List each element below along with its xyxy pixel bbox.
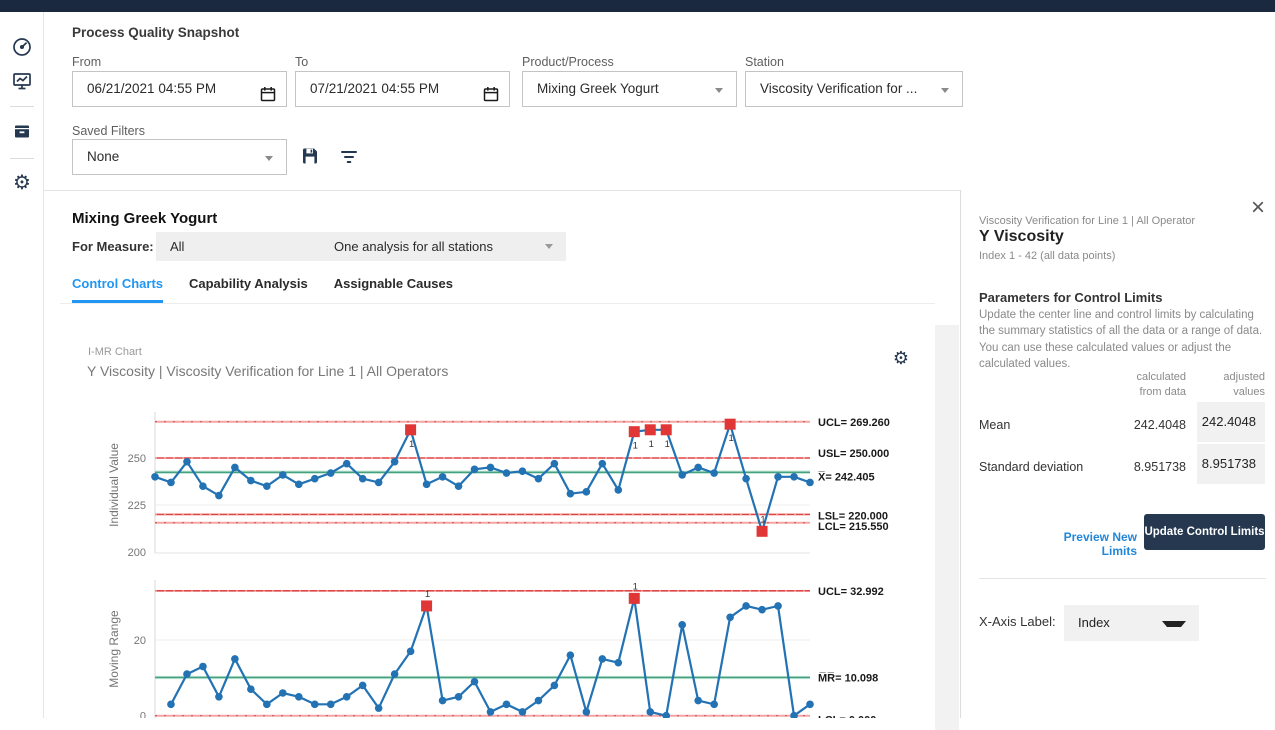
svg-text:1: 1	[728, 433, 733, 444]
update-control-limits-button[interactable]: Update Control Limits	[1144, 514, 1265, 550]
mean-adjusted-value: 242.4048	[1197, 402, 1265, 442]
station-value: Viscosity Verification for ...	[760, 81, 917, 96]
stddev-row-label: Standard deviation	[979, 460, 1083, 474]
chart-subtitle: Y Viscosity | Viscosity Verification for…	[87, 363, 448, 379]
svg-text:1: 1	[633, 581, 638, 592]
parameters-description: Update the center line and control limit…	[979, 307, 1266, 372]
from-date-input[interactable]: 06/21/2021 04:55 PM	[72, 71, 287, 107]
analysis-scope-value: One analysis for all stations	[334, 239, 493, 254]
station-label: Station	[745, 55, 784, 69]
tab-bar: Control Charts Capability Analysis Assig…	[72, 276, 453, 303]
svg-text:1: 1	[425, 589, 430, 600]
imr-control-chart: UCL= 269.260USL= 250.000X̅= 242.405LSL= …	[88, 400, 948, 718]
panel-divider	[979, 578, 1266, 579]
svg-text:1: 1	[649, 439, 654, 450]
panel-title: Y Viscosity	[979, 228, 1064, 246]
stddev-adjusted-input[interactable]: 8.951738	[1197, 444, 1265, 484]
chevron-down-icon	[715, 88, 723, 93]
svg-text:225: 225	[128, 500, 146, 512]
dashboard-gauge-icon[interactable]	[11, 36, 33, 58]
preview-new-limits-link[interactable]: Preview New Limits	[1025, 530, 1137, 558]
chevron-down-icon	[941, 88, 949, 93]
svg-text:Moving Range: Moving Range	[107, 610, 121, 688]
tab-control-charts[interactable]: Control Charts	[72, 276, 163, 303]
filter-icon[interactable]	[339, 148, 359, 166]
main-content: Process Quality Snapshot From 06/21/2021…	[44, 12, 1275, 718]
station-select[interactable]: Viscosity Verification for ...	[745, 71, 963, 107]
svg-text:1: 1	[665, 439, 670, 450]
to-date-value: 07/21/2021 04:55 PM	[310, 81, 439, 96]
svg-text:LCL= 215.550: LCL= 215.550	[818, 521, 889, 533]
saved-filters-value: None	[87, 149, 119, 164]
calendar-icon[interactable]	[483, 81, 499, 97]
chevron-down-icon	[1162, 621, 1186, 627]
index-range-text: Index 1 - 42 (all data points)	[979, 250, 1115, 262]
x-axis-label: X-Axis Label:	[979, 614, 1056, 629]
svg-text:1: 1	[633, 441, 638, 452]
sidebar-divider	[10, 106, 34, 107]
svg-text:UCL= 32.992: UCL= 32.992	[818, 586, 884, 598]
stddev-calculated-value: 8.951738	[1086, 460, 1186, 474]
svg-text:UCL= 269.260: UCL= 269.260	[818, 417, 890, 429]
mean-adjusted-input[interactable]: 242.4048	[1197, 402, 1265, 442]
svg-text:1: 1	[409, 439, 414, 450]
analysis-scope-select[interactable]: One analysis for all stations	[320, 232, 566, 261]
svg-text:1: 1	[760, 514, 765, 525]
from-date-value: 06/21/2021 04:55 PM	[87, 81, 216, 96]
svg-text:X̅= 242.405: X̅= 242.405	[818, 471, 875, 483]
svg-text:20: 20	[134, 635, 146, 647]
calendar-icon[interactable]	[260, 81, 276, 97]
svg-text:0: 0	[140, 711, 146, 718]
chevron-down-icon	[265, 156, 273, 161]
adjusted-column-header: adjustedvalues	[1167, 370, 1265, 399]
panel-eyebrow: Viscosity Verification for Line 1 | All …	[979, 215, 1195, 227]
to-label: To	[295, 55, 308, 69]
svg-text:Individual Value: Individual Value	[107, 443, 121, 527]
mean-calculated-value: 242.4048	[1086, 418, 1186, 432]
parameters-section-title: Parameters for Control Limits	[979, 290, 1163, 305]
process-title: Mixing Greek Yogurt	[72, 210, 217, 227]
product-process-select[interactable]: Mixing Greek Yogurt	[522, 71, 737, 107]
tab-bar-border	[60, 303, 935, 304]
top-navigation-bar	[0, 0, 1275, 12]
sidebar: ⚙	[0, 12, 44, 718]
mean-row-label: Mean	[979, 418, 1010, 432]
chart-settings-gear-icon[interactable]: ⚙	[890, 347, 912, 369]
tab-assignable-causes[interactable]: Assignable Causes	[334, 276, 453, 303]
to-date-input[interactable]: 07/21/2021 04:55 PM	[295, 71, 510, 107]
product-process-label: Product/Process	[522, 55, 614, 69]
saved-filters-label: Saved Filters	[72, 124, 145, 138]
product-process-value: Mixing Greek Yogurt	[537, 81, 659, 96]
measure-select[interactable]: All	[156, 232, 342, 261]
svg-text:250: 250	[128, 453, 146, 465]
measure-value: All	[170, 239, 184, 254]
monitor-chart-icon[interactable]	[11, 70, 33, 92]
for-measure-label: For Measure:	[72, 239, 154, 254]
svg-text:M̅R̅= 10.098: M̅R̅= 10.098	[818, 672, 878, 684]
saved-filters-select[interactable]: None	[72, 139, 287, 175]
x-axis-select[interactable]: Index	[1064, 605, 1199, 641]
svg-text:200: 200	[128, 547, 146, 559]
chevron-down-icon	[545, 244, 553, 249]
stddev-adjusted-value: 8.951738	[1197, 444, 1265, 484]
chart-type-label: I-MR Chart	[88, 346, 142, 358]
settings-gear-icon[interactable]: ⚙	[11, 172, 33, 194]
save-filter-icon[interactable]	[300, 146, 320, 166]
page-title: Process Quality Snapshot	[72, 25, 239, 40]
archive-box-icon[interactable]	[11, 120, 33, 142]
control-limits-panel: × Viscosity Verification for Line 1 | Al…	[960, 190, 1275, 718]
from-label: From	[72, 55, 101, 69]
sidebar-divider	[10, 158, 34, 159]
svg-text:USL= 250.000: USL= 250.000	[818, 448, 889, 460]
tab-capability-analysis[interactable]: Capability Analysis	[189, 276, 308, 303]
close-icon[interactable]: ×	[1251, 196, 1265, 220]
